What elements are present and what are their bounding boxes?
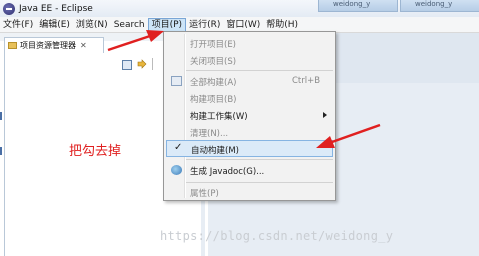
build-all-icon: [171, 76, 182, 86]
project-explorer-tab[interactable]: 项目资源管理器 ✕: [4, 37, 104, 53]
menu-item-label: 构建项目(B): [190, 95, 237, 105]
menu-help[interactable]: 帮助(H): [263, 18, 301, 32]
menu-edit[interactable]: 编辑(E): [36, 18, 73, 32]
menu-item-label: 打开项目(E): [190, 40, 237, 50]
menu-file[interactable]: 文件(F): [0, 18, 36, 32]
toolbar-separator: [152, 58, 153, 70]
editor-divider: [205, 193, 208, 256]
window-title: Java EE - Eclipse: [19, 3, 93, 14]
menu-item-label: 构建工作集(W): [190, 112, 248, 122]
menu-item-close-project[interactable]: 关闭项目(S): [166, 52, 333, 69]
link-with-editor-icon[interactable]: [137, 59, 147, 69]
checkmark-icon: ✓: [174, 142, 183, 153]
collapse-all-icon[interactable]: [122, 60, 132, 70]
menu-item-label: 清理(N)...: [190, 129, 229, 139]
watermark-text: https://blog.csdn.net/weidong_y: [160, 229, 394, 243]
menu-navigate[interactable]: 浏览(N): [73, 18, 111, 32]
project-menu-dropdown: 打开项目(E) 关闭项目(S) 全部构建(A) Ctrl+B 构建项目(B) 构…: [163, 31, 336, 201]
menu-separator: [186, 182, 333, 183]
project-explorer-tab-label: 项目资源管理器: [20, 41, 76, 50]
browser-tab[interactable]: weidong_y: [318, 0, 398, 12]
menu-item-build-automatically[interactable]: ✓ 自动构建(M): [166, 140, 333, 157]
annotation-text: 把勾去掉: [69, 144, 122, 159]
menu-item-label: 属性(P): [190, 189, 219, 199]
menu-item-label: 关闭项目(S): [190, 57, 237, 67]
browser-tab[interactable]: weidong_y: [400, 0, 479, 12]
menu-item-shortcut: Ctrl+B: [292, 76, 321, 86]
menu-run[interactable]: 运行(R): [186, 18, 223, 32]
menu-item-build-all[interactable]: 全部构建(A) Ctrl+B: [166, 73, 333, 90]
left-edge-marker: [0, 147, 2, 155]
menu-item-build-project[interactable]: 构建项目(B): [166, 90, 333, 107]
left-edge-marker: [0, 112, 2, 120]
menu-item-generate-javadoc[interactable]: 生成 Javadoc(G)...: [166, 162, 333, 179]
submenu-arrow-icon: [323, 112, 327, 118]
menu-item-build-working-set[interactable]: 构建工作集(W): [166, 107, 333, 124]
eclipse-logo-icon: [3, 2, 15, 15]
menu-item-clean[interactable]: 清理(N)...: [166, 124, 333, 141]
menu-item-label: 全部构建(A): [190, 78, 237, 88]
javadoc-icon: [171, 165, 182, 175]
menu-item-open-project[interactable]: 打开项目(E): [166, 35, 333, 52]
browser-tabs: weidong_y weidong_y: [318, 0, 479, 13]
close-icon[interactable]: ✕: [80, 41, 87, 50]
menu-separator: [186, 70, 333, 71]
menu-separator: [186, 159, 333, 160]
menu-item-properties[interactable]: 属性(P): [166, 184, 333, 201]
menu-search[interactable]: Search: [111, 18, 148, 32]
menu-project[interactable]: 项目(P): [147, 17, 187, 32]
menu-item-label: 生成 Javadoc(G)...: [190, 167, 265, 177]
folder-icon: [8, 42, 17, 49]
menu-window[interactable]: 窗口(W): [223, 18, 263, 32]
menu-item-label: 自动构建(M): [191, 146, 239, 156]
